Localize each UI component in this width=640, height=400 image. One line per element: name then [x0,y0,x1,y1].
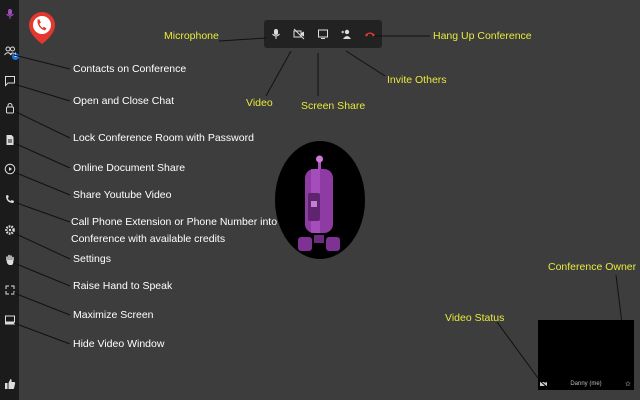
window-icon[interactable] [3,313,16,326]
sidebar: 1 [0,0,19,400]
callout-maximize: Maximize Screen [73,309,154,321]
lock-icon[interactable] [3,101,16,114]
callout-screen-share: Screen Share [301,100,366,112]
video-off-icon [293,28,305,40]
microphone-icon[interactable] [3,7,16,20]
callout-conference-owner: Conference Owner [548,261,637,273]
callout-settings: Settings [73,253,111,265]
hang-up-button[interactable] [363,27,377,41]
microphone-icon [271,29,280,39]
self-video-window[interactable]: Danny (me) ☆ [538,320,634,390]
hand-icon[interactable] [3,253,16,266]
callout-video-status: Video Status [445,312,505,324]
invite-button[interactable] [340,27,354,41]
robot-avatar-image [298,155,340,251]
document-icon[interactable] [3,133,16,146]
callout-lock: Lock Conference Room with Password [73,132,254,144]
play-icon[interactable] [3,162,16,175]
callout-document: Online Document Share [73,162,186,174]
screen-share-icon [317,29,328,39]
owner-star-icon: ☆ [624,381,631,388]
callout-hang-up: Hang Up Conference [433,30,532,42]
microphone-button[interactable] [269,27,283,41]
participant-avatar [275,141,365,259]
participant-name: Danny (me) [570,381,602,387]
hang-up-icon [365,32,376,37]
callout-video: Video [246,97,273,109]
callout-invite: Invite Others [387,74,447,86]
thumbs-up-icon[interactable] [3,377,16,390]
callout-chat: Open and Close Chat [73,95,174,107]
gear-icon[interactable] [3,223,16,236]
callout-raise-hand: Raise Hand to Speak [73,280,173,292]
app-logo [28,11,56,45]
callout-contacts: Contacts on Conference [73,63,187,75]
chat-icon[interactable] [3,74,16,87]
callout-phone-line1: Call Phone Extension or Phone Number int… [71,216,278,228]
invite-icon [341,29,351,39]
callout-youtube: Share Youtube Video [73,189,172,201]
screen-share-button[interactable] [316,27,330,41]
phone-icon[interactable] [3,192,16,205]
callout-hide-video: Hide Video Window [73,338,165,350]
callout-microphone: Microphone [164,30,219,42]
contacts-count-badge: 1 [12,53,19,60]
contacts-icon[interactable]: 1 [3,44,19,60]
maximize-icon[interactable] [3,283,16,296]
callout-phone-line2: Conference with available credits [71,233,226,245]
video-button[interactable] [292,27,306,41]
call-toolbar [264,20,382,48]
